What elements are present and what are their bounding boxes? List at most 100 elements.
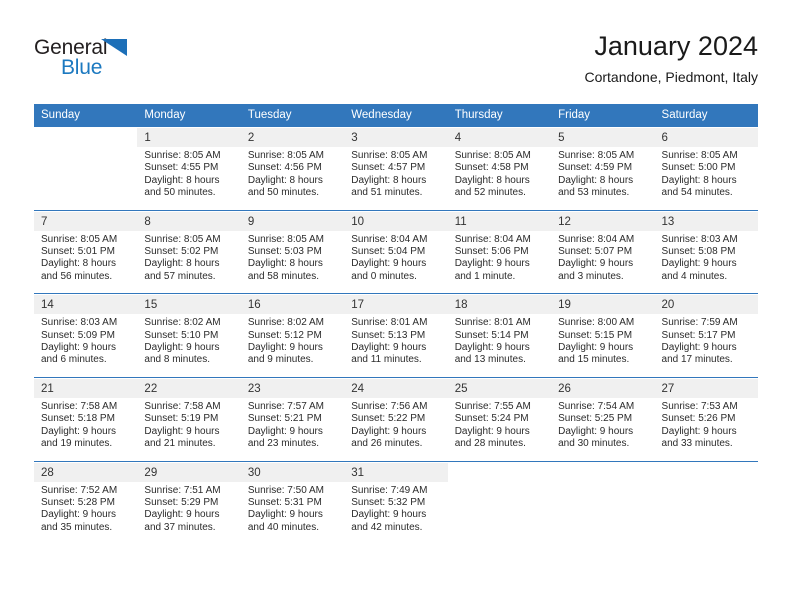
sunrise-text: Sunrise: 7:58 AM <box>41 400 118 412</box>
daylight-text-line2: and 19 minutes. <box>41 438 113 450</box>
day-detail-cell[interactable]: Sunrise: 7:54 AM Sunset: 5:25 PM Daylight:… <box>551 397 655 461</box>
day-number[interactable]: 11 <box>447 211 552 231</box>
day-number[interactable]: 3 <box>344 128 448 147</box>
calendar-page: General Blue January 2024 Cortandone, Pi… <box>0 0 792 612</box>
day-number[interactable]: 28 <box>34 462 138 482</box>
day-detail-cell[interactable]: Sunrise: 8:05 AM Sunset: 5:01 PM Daylight:… <box>34 230 138 294</box>
day-number[interactable]: 30 <box>240 462 345 482</box>
day-detail-cell[interactable]: Sunrise: 7:55 AM Sunset: 5:24 PM Daylight:… <box>447 397 552 461</box>
day-detail-cell[interactable]: Sunrise: 7:59 AM Sunset: 5:17 PM Daylight:… <box>654 314 758 378</box>
day-number-row: 7 8 9 10 11 12 13 <box>34 211 758 231</box>
sunset-text: Sunset: 5:00 PM <box>661 162 736 174</box>
day-number[interactable]: 22 <box>137 378 241 398</box>
sunset-text: Sunset: 5:14 PM <box>454 329 529 341</box>
sunset-text: Sunset: 5:08 PM <box>661 246 736 258</box>
daylight-text-line2: and 35 minutes. <box>41 521 113 533</box>
day-number[interactable]: 9 <box>240 211 345 231</box>
daylight-text-line2: and 33 minutes. <box>661 438 733 450</box>
day-number[interactable]: 20 <box>654 295 758 315</box>
day-detail-cell[interactable]: Sunrise: 7:50 AM Sunset: 5:31 PM Daylight:… <box>240 481 345 545</box>
day-number[interactable]: 31 <box>344 462 448 482</box>
day-number[interactable]: 24 <box>344 378 448 398</box>
day-detail-cell[interactable]: Sunrise: 8:05 AM Sunset: 4:56 PM Daylight:… <box>240 147 345 211</box>
day-number[interactable]: 16 <box>240 295 345 315</box>
day-number[interactable]: 18 <box>447 295 552 315</box>
day-number[interactable]: 29 <box>137 462 241 482</box>
sunset-text: Sunset: 5:25 PM <box>558 413 633 425</box>
day-number[interactable]: 13 <box>654 211 758 231</box>
day-number[interactable]: 2 <box>240 128 345 147</box>
day-detail-cell-empty <box>447 481 552 545</box>
page-header: General Blue January 2024 Cortandone, Pi… <box>0 0 792 96</box>
day-number[interactable]: 14 <box>34 295 138 315</box>
day-number[interactable]: 4 <box>447 128 552 147</box>
daylight-text-line2: and 42 minutes. <box>351 521 423 533</box>
day-number[interactable]: 25 <box>447 378 552 398</box>
triangle-icon <box>101 39 127 56</box>
daylight-text-line2: and 28 minutes. <box>454 438 526 450</box>
day-number[interactable]: 10 <box>344 211 448 231</box>
day-number[interactable]: 15 <box>137 295 241 315</box>
daylight-text-line1: Daylight: 9 hours <box>247 425 323 437</box>
day-detail-cell[interactable]: Sunrise: 7:57 AM Sunset: 5:21 PM Daylight:… <box>240 397 345 461</box>
sunrise-text: Sunrise: 7:49 AM <box>351 484 428 496</box>
day-number[interactable]: 12 <box>551 211 655 231</box>
day-detail-cell[interactable]: Sunrise: 8:05 AM Sunset: 5:02 PM Daylight:… <box>137 230 241 294</box>
day-detail-cell[interactable]: Sunrise: 8:05 AM Sunset: 5:03 PM Daylight:… <box>240 230 345 294</box>
daylight-text-line1: Daylight: 9 hours <box>41 509 117 521</box>
day-detail-cell[interactable]: Sunrise: 8:00 AM Sunset: 5:15 PM Daylight:… <box>551 314 655 378</box>
day-number[interactable]: 1 <box>137 128 241 147</box>
daylight-text-line1: Daylight: 9 hours <box>558 258 634 270</box>
sunrise-text: Sunrise: 7:59 AM <box>661 317 738 329</box>
day-detail-cell[interactable]: Sunrise: 8:05 AM Sunset: 4:58 PM Daylight:… <box>447 147 552 211</box>
sunset-text: Sunset: 4:59 PM <box>558 162 633 174</box>
title-block: January 2024 Cortandone, Piedmont, Italy <box>584 30 758 87</box>
general-blue-logo[interactable]: General Blue <box>34 36 164 84</box>
day-detail-cell[interactable]: Sunrise: 7:53 AM Sunset: 5:26 PM Daylight:… <box>654 397 758 461</box>
day-number[interactable]: 21 <box>34 378 138 398</box>
daylight-text-line1: Daylight: 9 hours <box>661 342 737 354</box>
day-detail-cell[interactable]: Sunrise: 7:51 AM Sunset: 5:29 PM Daylight:… <box>137 481 241 545</box>
day-detail-cell[interactable]: Sunrise: 8:05 AM Sunset: 5:00 PM Daylight:… <box>654 147 758 211</box>
day-number[interactable]: 27 <box>654 378 758 398</box>
day-detail-cell[interactable]: Sunrise: 8:02 AM Sunset: 5:10 PM Daylight:… <box>137 314 241 378</box>
daylight-text-line2: and 37 minutes. <box>144 521 216 533</box>
weekday-header-friday: Friday <box>551 104 655 127</box>
daylight-text-line2: and 8 minutes. <box>144 354 211 366</box>
day-detail-cell[interactable]: Sunrise: 8:03 AM Sunset: 5:09 PM Daylight:… <box>34 314 138 378</box>
day-number[interactable]: 19 <box>551 295 655 315</box>
daylight-text-line2: and 6 minutes. <box>41 354 107 366</box>
day-detail-cell[interactable]: Sunrise: 7:56 AM Sunset: 5:22 PM Daylight:… <box>344 397 448 461</box>
daylight-text-line2: and 1 minute. <box>454 270 516 282</box>
sunset-text: Sunset: 4:55 PM <box>144 162 219 174</box>
day-detail-cell[interactable]: Sunrise: 8:04 AM Sunset: 5:04 PM Daylight:… <box>344 230 448 294</box>
day-detail-cell[interactable]: Sunrise: 8:05 AM Sunset: 4:57 PM Daylight:… <box>344 147 448 211</box>
day-detail-cell[interactable]: Sunrise: 8:03 AM Sunset: 5:08 PM Daylight:… <box>654 230 758 294</box>
day-cell-empty <box>447 462 552 482</box>
sunrise-text: Sunrise: 8:05 AM <box>661 150 738 161</box>
day-detail-cell[interactable]: Sunrise: 8:05 AM Sunset: 4:55 PM Daylight:… <box>137 147 241 211</box>
day-number[interactable]: 5 <box>551 128 655 147</box>
day-number[interactable]: 7 <box>34 211 138 231</box>
day-detail-cell[interactable]: Sunrise: 8:05 AM Sunset: 4:59 PM Daylight:… <box>551 147 655 211</box>
day-detail-cell[interactable]: Sunrise: 8:02 AM Sunset: 5:12 PM Daylight:… <box>240 314 345 378</box>
day-number[interactable]: 17 <box>344 295 448 315</box>
day-number[interactable]: 26 <box>551 378 655 398</box>
day-detail-cell[interactable]: Sunrise: 7:58 AM Sunset: 5:18 PM Daylight:… <box>34 397 138 461</box>
day-detail-cell[interactable]: Sunrise: 8:04 AM Sunset: 5:06 PM Daylight:… <box>447 230 552 294</box>
daylight-text-line1: Daylight: 9 hours <box>41 425 117 437</box>
day-detail-cell[interactable]: Sunrise: 8:04 AM Sunset: 5:07 PM Daylight:… <box>551 230 655 294</box>
day-detail-cell[interactable]: Sunrise: 8:01 AM Sunset: 5:14 PM Daylight:… <box>447 314 552 378</box>
sunset-text: Sunset: 4:58 PM <box>454 162 529 174</box>
day-detail-cell[interactable]: Sunrise: 7:49 AM Sunset: 5:32 PM Daylight:… <box>344 481 448 545</box>
day-detail-cell[interactable]: Sunrise: 8:01 AM Sunset: 5:13 PM Daylight:… <box>344 314 448 378</box>
day-number[interactable]: 8 <box>137 211 241 231</box>
day-detail-cell[interactable]: Sunrise: 7:52 AM Sunset: 5:28 PM Daylight:… <box>34 481 138 545</box>
day-detail-cell[interactable]: Sunrise: 7:58 AM Sunset: 5:19 PM Daylight:… <box>137 397 241 461</box>
sunset-text: Sunset: 5:04 PM <box>351 246 426 258</box>
daylight-text-line1: Daylight: 8 hours <box>661 174 737 186</box>
daylight-text-line1: Daylight: 9 hours <box>558 425 634 437</box>
day-number[interactable]: 23 <box>240 378 345 398</box>
sunset-text: Sunset: 5:31 PM <box>247 496 322 508</box>
day-number[interactable]: 6 <box>654 128 758 147</box>
